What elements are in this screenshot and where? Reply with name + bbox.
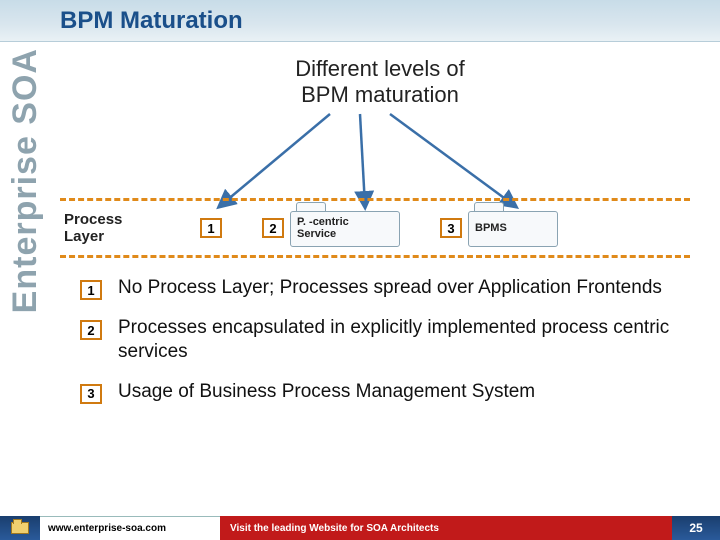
footer-cta: Visit the leading Website for SOA Archit… bbox=[220, 516, 672, 540]
side-brand-text: Enterprise SOA bbox=[6, 48, 45, 313]
subtitle-line1: Different levels of bbox=[295, 56, 465, 81]
folder-p-centric: P. -centric Service bbox=[290, 209, 400, 247]
footer-icon bbox=[0, 516, 40, 540]
level-1: 1 bbox=[200, 218, 222, 238]
desc-2: 2 Processes encapsulated in explicitly i… bbox=[80, 316, 690, 364]
level-3: 3 BPMS bbox=[440, 209, 558, 247]
header-bar: BPM Maturation bbox=[0, 0, 720, 42]
desc-1-num: 1 bbox=[80, 280, 102, 300]
side-brand: Enterprise SOA bbox=[2, 48, 48, 468]
process-layer-label: Process Layer bbox=[60, 211, 180, 246]
level-1-num: 1 bbox=[200, 218, 222, 238]
level-3-num: 3 bbox=[440, 218, 462, 238]
descriptions: 1 No Process Layer; Processes spread ove… bbox=[80, 276, 690, 420]
level-2: 2 P. -centric Service bbox=[262, 209, 400, 247]
desc-3-text: Usage of Business Process Management Sys… bbox=[118, 380, 535, 404]
level-2-num: 2 bbox=[262, 218, 284, 238]
folder-bpms: BPMS bbox=[468, 209, 558, 247]
process-layer-band: Process Layer 1 2 P. -centric Service 3 … bbox=[60, 198, 690, 258]
desc-1: 1 No Process Layer; Processes spread ove… bbox=[80, 276, 690, 300]
desc-3: 3 Usage of Business Process Management S… bbox=[80, 380, 690, 404]
subtitle-line2: BPM maturation bbox=[301, 82, 459, 107]
level-boxes: 1 2 P. -centric Service 3 BPMS bbox=[180, 209, 690, 247]
subtitle: Different levels of BPM maturation bbox=[60, 56, 700, 109]
desc-1-text: No Process Layer; Processes spread over … bbox=[118, 276, 662, 300]
footer-page: 25 bbox=[672, 516, 720, 540]
folder-bpms-label: BPMS bbox=[468, 211, 558, 247]
desc-2-num: 2 bbox=[80, 320, 102, 340]
folder-p-centric-label: P. -centric Service bbox=[290, 211, 400, 247]
footer-url: www.enterprise-soa.com bbox=[40, 516, 220, 540]
desc-2-text: Processes encapsulated in explicitly imp… bbox=[118, 316, 690, 364]
content-area: Different levels of BPM maturation Proce… bbox=[60, 48, 700, 500]
footer: www.enterprise-soa.com Visit the leading… bbox=[0, 516, 720, 540]
slide-title: BPM Maturation bbox=[60, 7, 243, 35]
folder-icon bbox=[11, 522, 29, 534]
desc-3-num: 3 bbox=[80, 384, 102, 404]
